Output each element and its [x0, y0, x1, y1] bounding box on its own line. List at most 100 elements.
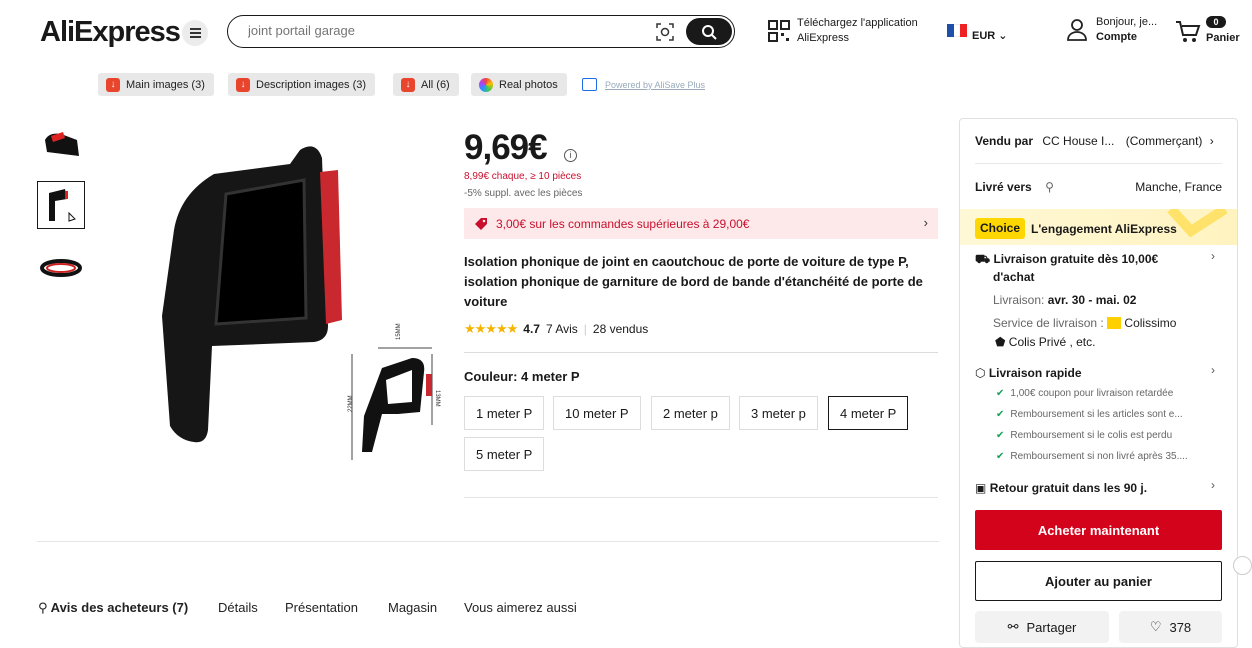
seller-row[interactable]: Vendu par CC House I... (Commerçant) ›	[975, 134, 1214, 148]
share-icon: ⚯	[1007, 619, 1019, 634]
seller-name[interactable]: CC House I...	[1042, 134, 1114, 148]
description-images-button[interactable]: ↓ Description images (3)	[228, 73, 376, 96]
photos-icon	[479, 77, 493, 92]
separator: |	[583, 322, 587, 336]
chevron-right-icon[interactable]: ›	[1211, 249, 1215, 263]
star-rating-icon: ★★★★★	[464, 321, 518, 336]
aliexpress-logo[interactable]: AliExpress	[40, 16, 181, 49]
chevron-right-icon[interactable]: ›	[1211, 363, 1215, 377]
location-pin-icon: ⚲	[1045, 180, 1054, 194]
france-flag-icon[interactable]	[947, 24, 968, 37]
carrier-colis-prive: Colis Privé , etc.	[1008, 335, 1096, 349]
info-icon[interactable]: i	[564, 149, 577, 162]
all-images-button[interactable]: ↓ All (6)	[393, 73, 459, 96]
free-shipping-line2: d'achat	[993, 270, 1035, 284]
delivery-dates: avr. 30 - mai. 02	[1047, 293, 1137, 307]
thumbnail-2[interactable]	[37, 181, 85, 229]
main-images-label: Main images (3)	[126, 78, 205, 91]
location-pin-icon: ⚲	[38, 600, 48, 615]
free-shipping-row[interactable]: ⛟ Livraison gratuite dès 10,00€	[975, 252, 1158, 268]
thumbnail-3[interactable]	[37, 244, 85, 292]
check-icon: ✔	[996, 388, 1005, 399]
bulk-price: 8,99€ chaque, ≥ 10 pièces	[464, 171, 582, 182]
free-returns-row[interactable]: ▣ Retour gratuit dans les 90 j.	[975, 481, 1147, 495]
product-main-image[interactable]: 15MM 22MM 13MM	[150, 140, 450, 470]
product-price: 9,69€	[464, 128, 548, 167]
alisave-icon	[582, 78, 597, 91]
chevron-down-icon: ⌄	[998, 30, 1008, 42]
download-icon: ↓	[401, 77, 415, 92]
search-button[interactable]	[686, 18, 732, 45]
seller-type: (Commerçant)	[1125, 134, 1203, 148]
divider	[975, 163, 1222, 164]
chevron-right-icon[interactable]: ›	[1211, 478, 1215, 492]
coupon-text: 3,00€ sur les commandes supérieures à 29…	[496, 216, 750, 231]
side-scroll-button[interactable]	[1233, 556, 1252, 575]
return-box-icon: ▣	[975, 481, 987, 495]
tab-store[interactable]: Magasin	[388, 600, 437, 615]
option-5-meter[interactable]: 5 meter P	[464, 437, 545, 471]
fast-delivery-text: Livraison rapide	[988, 366, 1082, 380]
option-1-meter[interactable]: 1 meter P	[464, 396, 545, 430]
powered-by-link[interactable]: Powered by AliSave Plus	[605, 80, 705, 90]
image-search-icon[interactable]	[656, 23, 674, 41]
seal-roll-thumbnail-image	[40, 259, 82, 277]
tab-also-like[interactable]: Vous aimerez aussi	[464, 600, 577, 615]
tag-icon	[475, 217, 487, 230]
colissimo-icon	[1107, 317, 1122, 329]
search-input[interactable]	[248, 23, 628, 38]
account-label: Compte	[1096, 31, 1137, 43]
divider	[464, 497, 938, 498]
choice-badge: Choice	[975, 218, 1026, 239]
cart-label[interactable]: Panier	[1206, 32, 1240, 44]
buy-now-button[interactable]: Acheter maintenant	[975, 510, 1222, 550]
rating-row[interactable]: ★★★★★ 4.7 7 Avis | 28 vendus	[464, 321, 648, 337]
reviews-count[interactable]: 7 Avis	[546, 322, 578, 336]
qr-code-icon[interactable]	[768, 20, 790, 42]
account-menu[interactable]: Bonjour, je... Compte	[1096, 15, 1157, 45]
coupon-banner[interactable]: 3,00€ sur les commandes supérieures à 29…	[464, 208, 938, 239]
add-to-cart-button[interactable]: Ajouter au panier	[975, 561, 1222, 601]
tab-reviews[interactable]: ⚲ Avis des acheteurs (7)	[38, 600, 188, 616]
currency-selector[interactable]: EUR ⌄	[972, 29, 1008, 42]
divider	[37, 541, 939, 542]
download-icon: ↓	[236, 77, 250, 92]
tab-presentation[interactable]: Présentation	[285, 600, 358, 615]
sold-count: 28 vendus	[592, 322, 649, 336]
real-photos-button[interactable]: Real photos	[471, 73, 567, 96]
wishlist-button[interactable]: ♡ 378	[1119, 611, 1222, 643]
share-label: Partager	[1026, 619, 1077, 635]
wishlist-count: 378	[1169, 619, 1192, 635]
ship-to-row[interactable]: Livré vers ⚲ Manche, France	[975, 180, 1222, 194]
check-icon: ✔	[996, 451, 1005, 462]
dim-right-label: 13MM	[434, 390, 440, 407]
option-3-meter[interactable]: 3 meter p	[739, 396, 818, 430]
dim-left-label: 22MM	[348, 395, 354, 412]
option-4-meter-selected[interactable]: 4 meter P	[828, 396, 909, 430]
menu-icon[interactable]	[182, 20, 208, 46]
cart-icon[interactable]	[1175, 20, 1201, 44]
thumbnail-1[interactable]	[37, 120, 85, 168]
chevron-right-icon: ›	[923, 215, 928, 230]
search-bar[interactable]	[227, 15, 735, 48]
delivery-label: Livraison:	[993, 293, 1045, 307]
share-button[interactable]: ⚯ Partager	[975, 611, 1109, 643]
guarantee-4: ✔ Remboursement si non livré après 35....	[996, 451, 1188, 462]
tab-details[interactable]: Détails	[218, 600, 258, 615]
chevron-right-icon: ›	[1209, 134, 1214, 148]
option-2-meter[interactable]: 2 meter p	[651, 396, 730, 430]
seal-profile-thumbnail-image	[49, 189, 76, 222]
download-app-link[interactable]: Téléchargez l'application AliExpress	[797, 16, 918, 46]
check-icon: ✔	[996, 409, 1005, 420]
fast-delivery-row[interactable]: ⬡ Livraison rapide	[975, 366, 1082, 380]
search-icon	[702, 24, 717, 40]
description-images-label: Description images (3)	[256, 78, 367, 91]
guarantee-1: ✔ 1,00€ coupon pour livraison retardée	[996, 388, 1174, 399]
option-10-meter[interactable]: 10 meter P	[553, 396, 641, 430]
main-images-button[interactable]: ↓ Main images (3)	[98, 73, 214, 96]
truck-icon: ⛟	[975, 252, 991, 266]
download-icon: ↓	[106, 77, 120, 92]
seal-thumbnail-image	[45, 132, 79, 156]
user-icon[interactable]	[1066, 18, 1088, 42]
delivery-row: Livraison: avr. 30 - mai. 02	[993, 293, 1136, 307]
